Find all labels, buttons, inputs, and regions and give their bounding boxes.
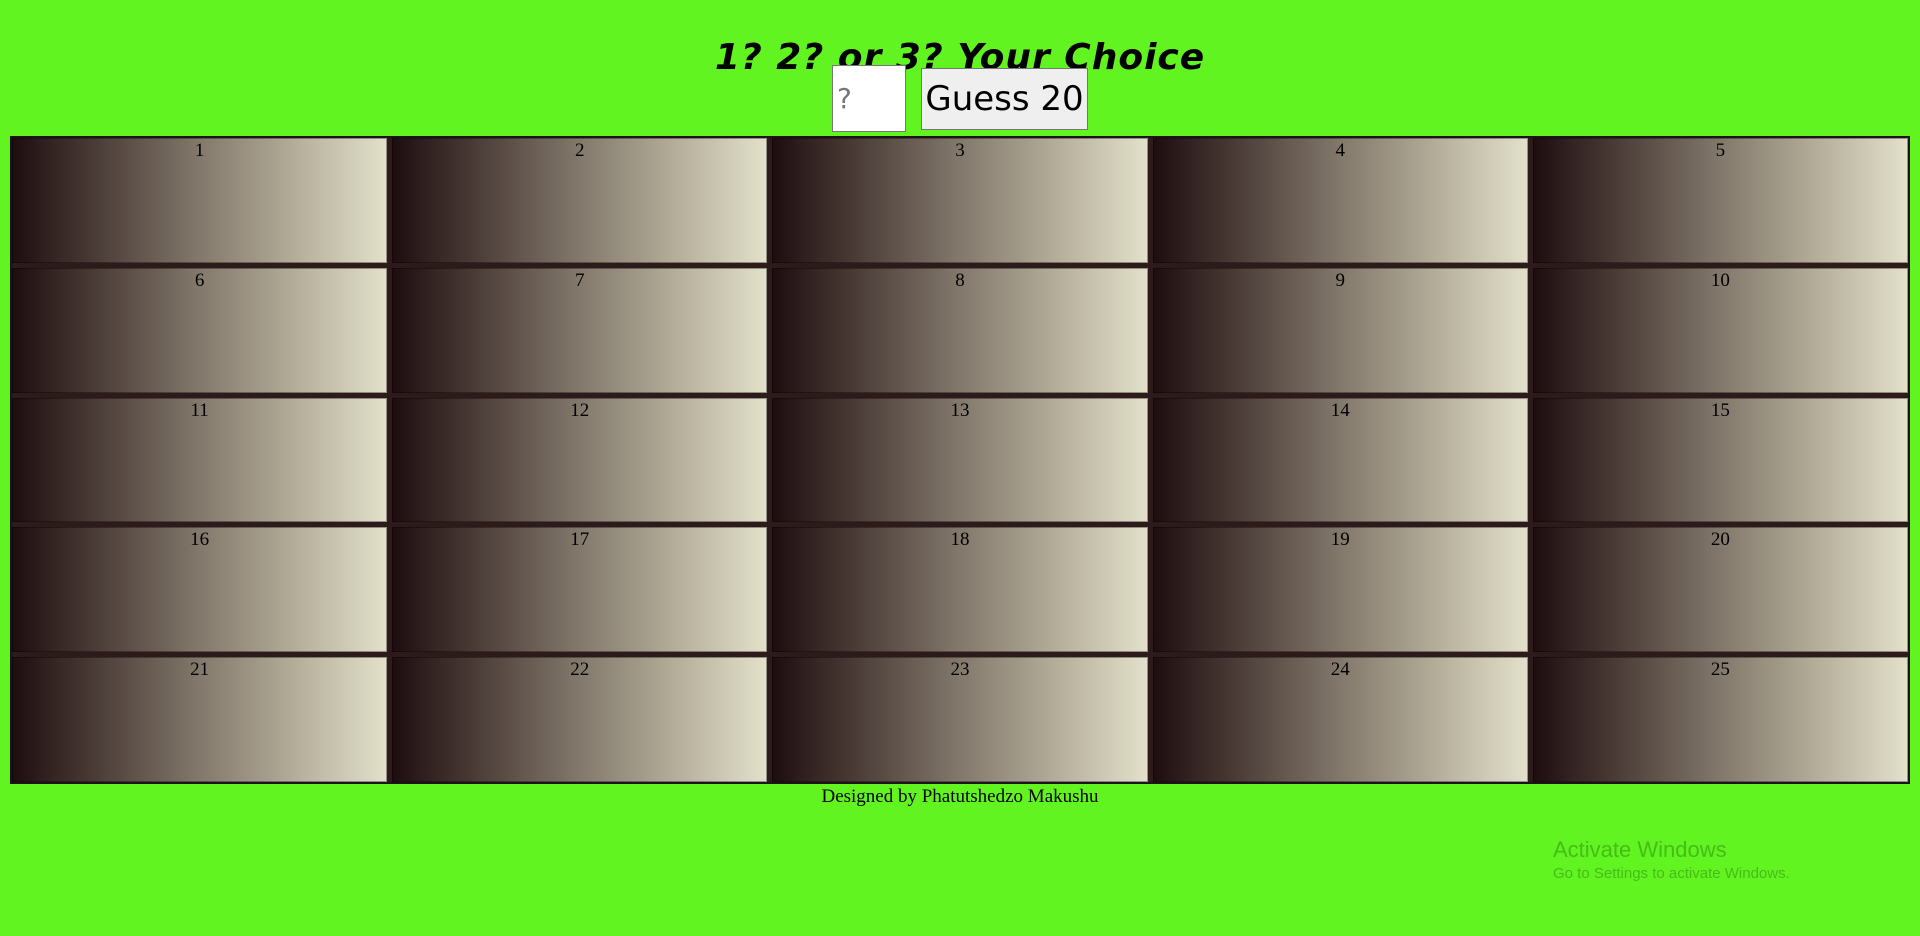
grid-cell-number: 7 xyxy=(575,269,585,291)
grid-cell-number: 5 xyxy=(1715,140,1726,161)
grid-cell-number: 4 xyxy=(1335,140,1345,161)
grid-cell-number: 23 xyxy=(950,659,970,681)
grid-cell-number: 21 xyxy=(190,659,210,681)
watermark-title: Activate Windows xyxy=(1553,837,1727,862)
grid-cell-number: 16 xyxy=(190,529,210,551)
grid-cell-number: 10 xyxy=(1710,269,1730,291)
grid-cell-number: 12 xyxy=(570,399,590,421)
grid-cell[interactable]: 11 xyxy=(12,397,388,523)
grid-cell-number: 25 xyxy=(1710,659,1730,681)
grid-cell-number: 11 xyxy=(190,399,209,421)
grid-cell[interactable]: 17 xyxy=(392,527,768,653)
grid-cell[interactable]: 6 xyxy=(12,267,388,393)
watermark-subtitle: Go to Settings to activate Windows. xyxy=(1553,865,1790,882)
grid-cell[interactable]: 8 xyxy=(772,267,1148,393)
grid-cell[interactable]: 7 xyxy=(392,267,768,393)
grid-cell-number: 17 xyxy=(570,529,590,551)
number-grid: 1 2 3 4 5 6 7 8 9 10 11 12 13 14 15 16 17 18 19 20 21 22 23 24 2… xyxy=(10,136,1910,784)
grid-cell-number: 8 xyxy=(955,269,965,291)
guess-input[interactable] xyxy=(832,65,906,132)
grid-cell[interactable]: 10 xyxy=(1532,267,1908,393)
grid-cell[interactable]: 4 xyxy=(1152,138,1528,263)
grid-cell[interactable]: 9 xyxy=(1152,267,1528,393)
grid-cell[interactable]: 25 xyxy=(1532,657,1908,782)
grid-cell[interactable]: 5 xyxy=(1532,138,1908,263)
grid-cell-number: 13 xyxy=(950,399,970,421)
grid-cell-number: 20 xyxy=(1710,529,1730,551)
footer-credit: Designed by Phatutshedzo Makushu xyxy=(821,786,1099,807)
grid-cell-number: 14 xyxy=(1330,399,1350,421)
grid-cell[interactable]: 20 xyxy=(1532,527,1908,653)
grid-cell-number: 9 xyxy=(1335,269,1345,291)
grid-cell-number: 24 xyxy=(1330,659,1350,681)
grid-cell[interactable]: 21 xyxy=(12,657,388,782)
grid-cell[interactable]: 24 xyxy=(1152,657,1528,782)
grid-cell-number: 6 xyxy=(194,269,205,291)
grid-cell[interactable]: 12 xyxy=(392,397,768,523)
grid-cell-number: 18 xyxy=(950,529,970,551)
grid-cell-number: 1 xyxy=(194,140,205,161)
grid-cell[interactable]: 22 xyxy=(392,657,768,782)
grid-cell[interactable]: 1 xyxy=(12,138,388,263)
grid-cell-number: 22 xyxy=(570,659,590,681)
grid-cell-number: 19 xyxy=(1330,529,1350,551)
grid-cell[interactable]: 19 xyxy=(1152,527,1528,653)
grid-cell[interactable]: 3 xyxy=(772,138,1148,263)
grid-cell-number: 3 xyxy=(955,140,965,161)
grid-cell[interactable]: 18 xyxy=(772,527,1148,653)
grid-cell[interactable]: 23 xyxy=(772,657,1148,782)
activate-windows-watermark: Activate Windows Go to Settings to activ… xyxy=(1553,836,1790,884)
grid-cell-number: 15 xyxy=(1710,399,1730,421)
grid-cell[interactable]: 2 xyxy=(392,138,768,263)
grid-cell[interactable]: 15 xyxy=(1532,397,1908,523)
grid-cell[interactable]: 13 xyxy=(772,397,1148,523)
grid-cell[interactable]: 16 xyxy=(12,527,388,653)
grid-cell-number: 2 xyxy=(575,140,585,161)
grid-cell[interactable]: 14 xyxy=(1152,397,1528,523)
guess-button[interactable]: Guess 20 xyxy=(921,68,1088,130)
